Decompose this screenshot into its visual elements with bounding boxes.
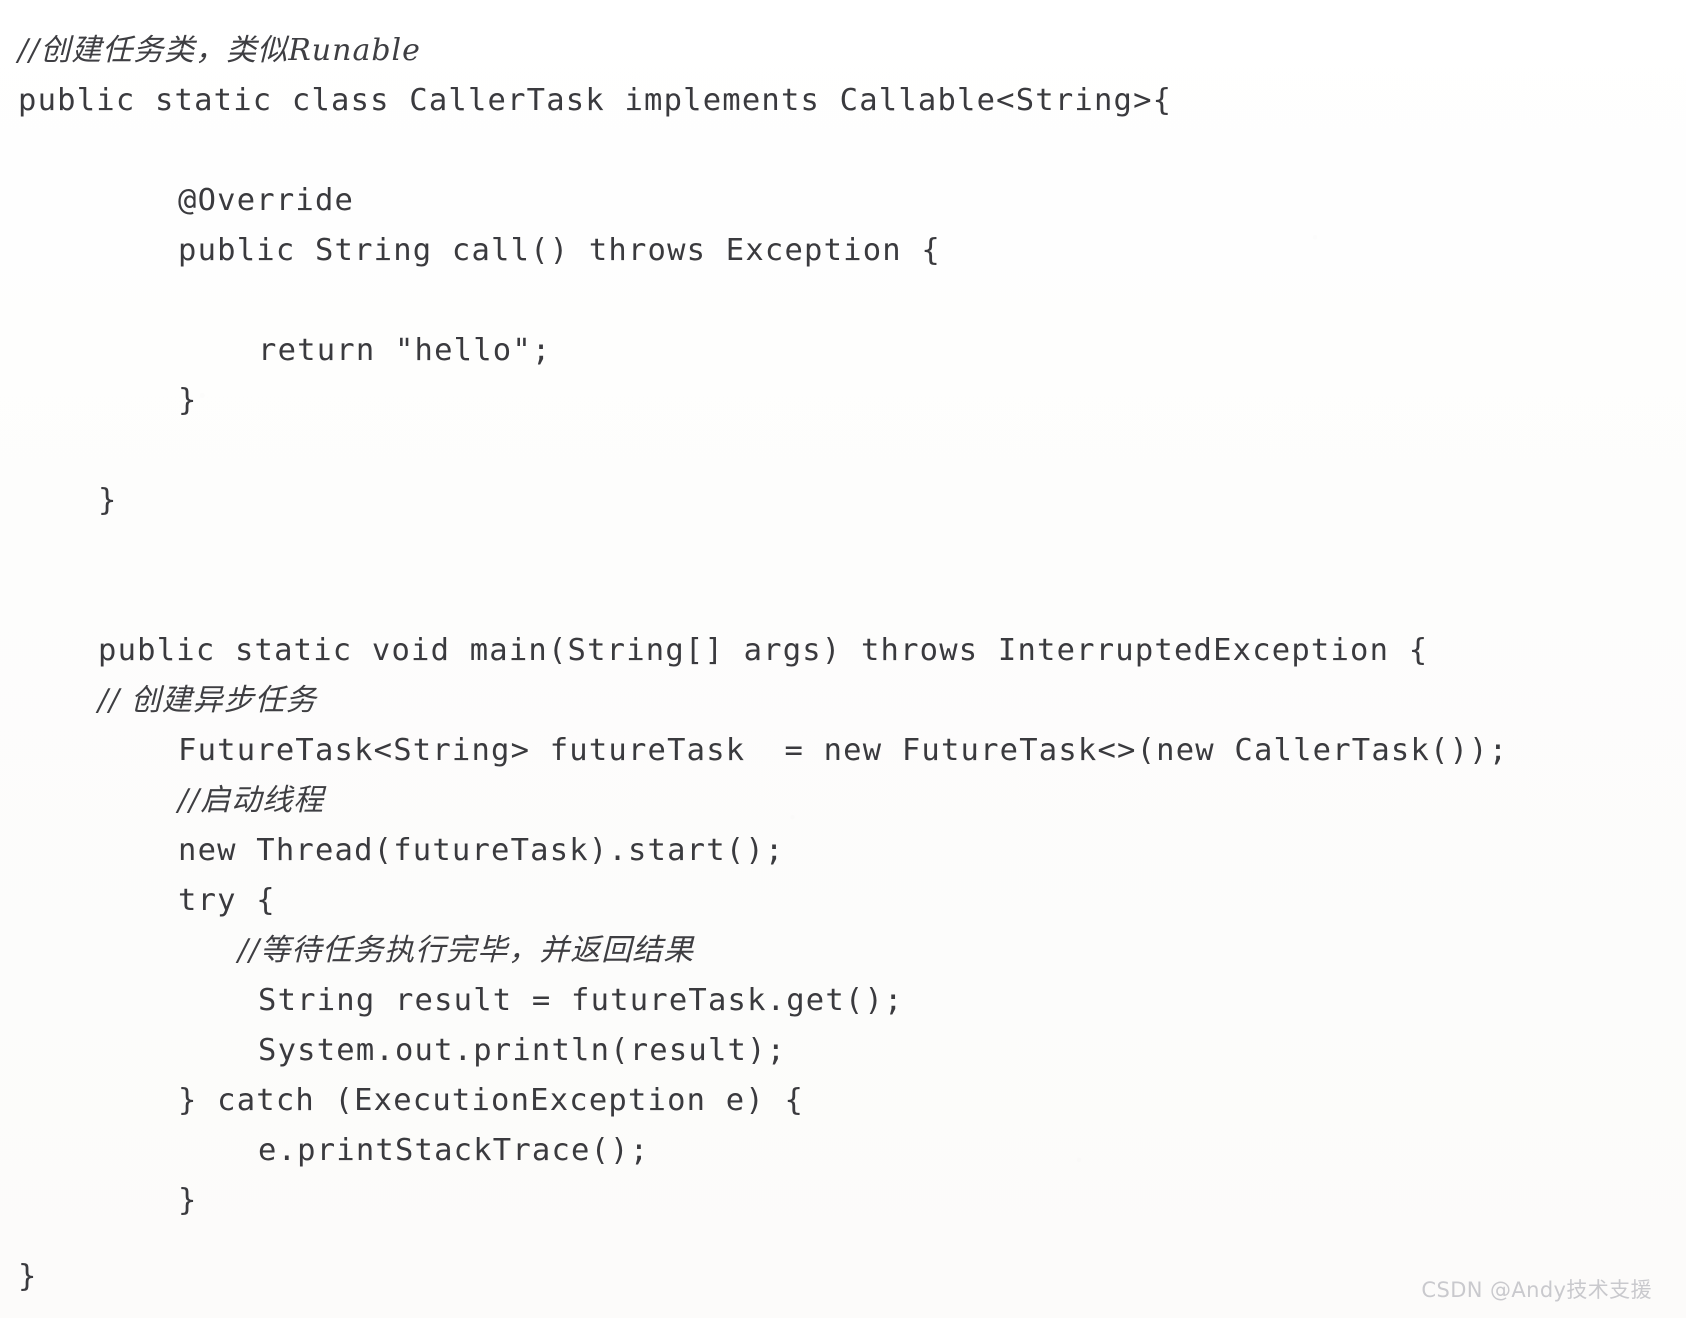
code-line: FutureTask<String> futureTask = new Futu… — [178, 733, 1509, 768]
code-line: return "hello"; — [258, 333, 552, 368]
code-line: new Thread(futureTask).start(); — [178, 833, 785, 868]
code-line: //等待任务执行完毕，并返回结果 — [238, 933, 695, 968]
code-line: //启动线程 — [178, 783, 325, 818]
code-line: public static class CallerTask implement… — [18, 83, 1173, 118]
code-line: //创建任务类，类似Runable — [18, 33, 421, 68]
code-line: String result = futureTask.get(); — [258, 983, 904, 1018]
code-line: } — [178, 1183, 198, 1218]
code-line: } — [178, 383, 198, 418]
code-line: e.printStackTrace(); — [258, 1133, 650, 1168]
code-listing: //创建任务类，类似Runable public static class Ca… — [0, 0, 1686, 1302]
code-line: public String call() throws Exception { — [178, 233, 941, 268]
code-line: @Override — [178, 183, 355, 218]
scanned-page: //创建任务类，类似Runable public static class Ca… — [0, 0, 1686, 1318]
code-line: // 创建异步任务 — [98, 683, 317, 718]
code-line: System.out.println(result); — [258, 1033, 787, 1068]
code-line: } — [98, 483, 118, 518]
watermark-label: CSDN @Andy技术支援 — [1421, 1278, 1652, 1302]
code-line: public static void main(String[] args) t… — [98, 633, 1429, 668]
code-line: } catch (ExecutionException e) { — [178, 1083, 805, 1118]
code-line: try { — [178, 883, 276, 918]
